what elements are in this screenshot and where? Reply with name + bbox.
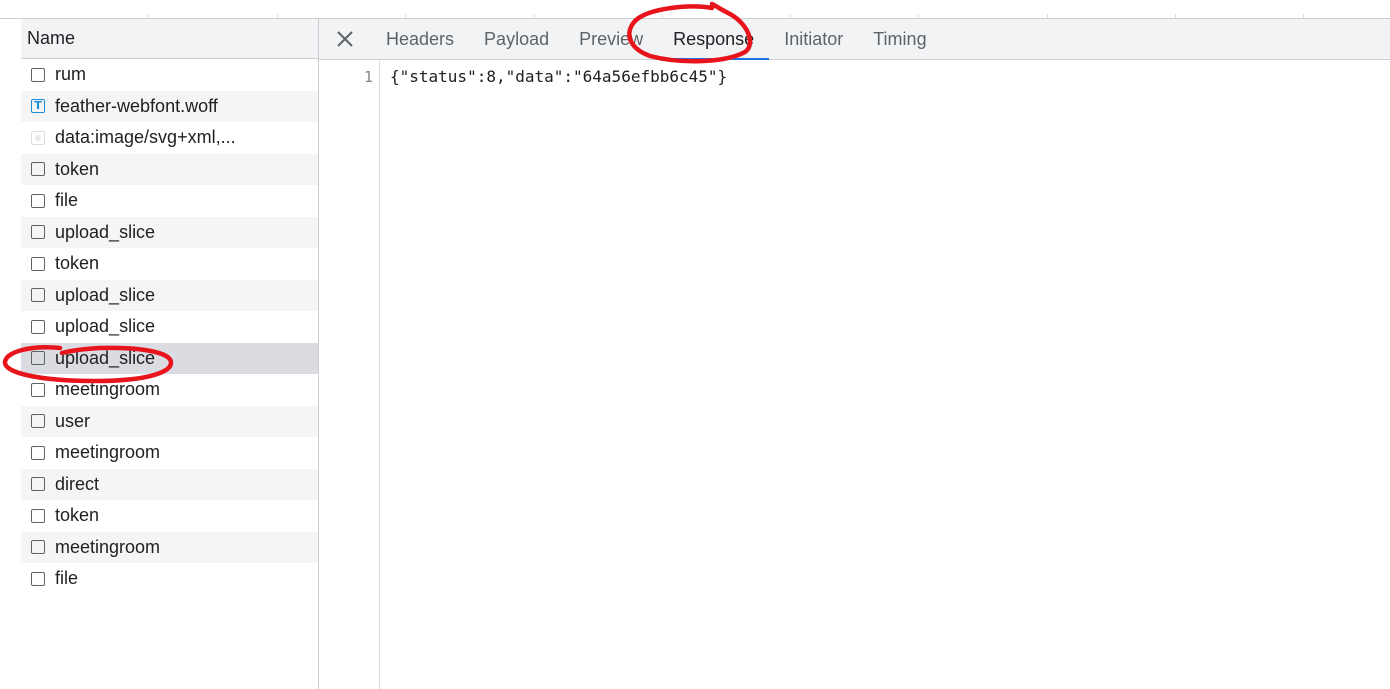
request-name: user — [55, 410, 91, 431]
request-name: feather-webfont.woff — [55, 95, 218, 116]
tab-payload[interactable]: Payload — [469, 19, 564, 59]
request-row[interactable]: rum — [21, 59, 318, 91]
request-name: meetingroom — [55, 442, 161, 463]
request-name: token — [55, 158, 100, 179]
request-row[interactable]: token — [21, 500, 318, 532]
request-list: rum Tfeather-webfont.woff data:image/svg+x… — [21, 59, 318, 595]
request-name: token — [55, 253, 100, 274]
tab-initiator[interactable]: Initiator — [769, 19, 858, 59]
request-row[interactable]: token — [21, 248, 318, 280]
request-row[interactable]: upload_slice — [21, 342, 318, 374]
ruler-tick — [148, 14, 149, 18]
document-icon — [31, 571, 45, 586]
request-row[interactable]: upload_slice — [21, 279, 318, 311]
document-icon — [31, 67, 45, 82]
image-icon — [31, 130, 45, 145]
request-row[interactable]: meetingroom — [21, 374, 318, 406]
request-row[interactable]: upload_slice — [21, 216, 318, 248]
request-name: upload_slice — [55, 316, 156, 337]
timeline-ruler — [0, 0, 1390, 19]
document-icon — [31, 288, 45, 303]
request-row[interactable]: direct — [21, 468, 318, 500]
request-row[interactable]: token — [21, 153, 318, 185]
request-list-panel: Name rum Tfeather-webfont.woff data:image/… — [21, 19, 319, 689]
document-icon — [31, 319, 45, 334]
request-row[interactable]: Tfeather-webfont.woff — [21, 90, 318, 122]
tab-response[interactable]: Response — [658, 19, 770, 60]
request-name: data:image/svg+xml,... — [55, 127, 236, 148]
line-number-gutter: 1 — [319, 60, 380, 689]
request-name: token — [55, 505, 100, 526]
request-name: file — [55, 568, 79, 589]
response-body-line: {"status":8,"data":"64a56efbb6c45"} — [390, 67, 728, 86]
document-icon — [31, 414, 45, 429]
line-number: 1 — [363, 68, 373, 86]
document-icon — [31, 508, 45, 523]
response-viewer[interactable]: 1 {"status":8,"data":"64a56efbb6c45"} — [319, 60, 1390, 689]
font-icon: T — [31, 99, 45, 114]
document-icon — [31, 351, 45, 366]
document-icon — [31, 225, 45, 240]
ruler-tick — [534, 14, 535, 18]
ruler-tick — [790, 14, 791, 18]
close-icon — [337, 31, 353, 47]
document-icon — [31, 382, 45, 397]
ruler-tick — [277, 14, 278, 18]
ruler-tick — [1047, 14, 1048, 18]
request-name: rum — [55, 64, 86, 85]
devtools-network-panel: Name rum Tfeather-webfont.woff data:image/… — [0, 0, 1390, 689]
tab-preview[interactable]: Preview — [564, 19, 658, 59]
document-icon — [31, 445, 45, 460]
document-icon — [31, 256, 45, 271]
tab-timing[interactable]: Timing — [858, 19, 941, 59]
request-name: direct — [55, 473, 100, 494]
request-row[interactable]: meetingroom — [21, 531, 318, 563]
close-details-button[interactable] — [319, 19, 371, 59]
request-row[interactable]: meetingroom — [21, 437, 318, 469]
request-row[interactable]: upload_slice — [21, 311, 318, 343]
ruler-tick — [662, 14, 663, 18]
request-name: file — [55, 190, 79, 211]
document-icon — [31, 193, 45, 208]
request-name: upload_slice — [55, 347, 156, 368]
request-name: upload_slice — [55, 221, 156, 242]
ruler-tick — [1303, 14, 1304, 18]
name-column-label: Name — [27, 28, 76, 48]
request-row[interactable]: file — [21, 185, 318, 217]
request-row[interactable]: data:image/svg+xml,... — [21, 122, 318, 154]
tab-headers[interactable]: Headers — [371, 19, 469, 59]
request-details-panel: Headers Payload Preview Response Initiator Ti… — [319, 19, 1390, 689]
document-icon — [31, 162, 45, 177]
ruler-tick — [1175, 14, 1176, 18]
request-row[interactable]: user — [21, 405, 318, 437]
request-name: meetingroom — [55, 379, 161, 400]
details-tabbar: Headers Payload Preview Response Initiator Ti… — [319, 19, 1390, 60]
ruler-tick — [918, 14, 919, 18]
ruler-tick — [405, 14, 406, 18]
request-name: upload_slice — [55, 284, 156, 305]
document-icon — [31, 477, 45, 492]
request-row[interactable]: file — [21, 563, 318, 595]
request-name: meetingroom — [55, 536, 161, 557]
name-column-header[interactable]: Name — [21, 19, 318, 59]
document-icon — [31, 540, 45, 555]
